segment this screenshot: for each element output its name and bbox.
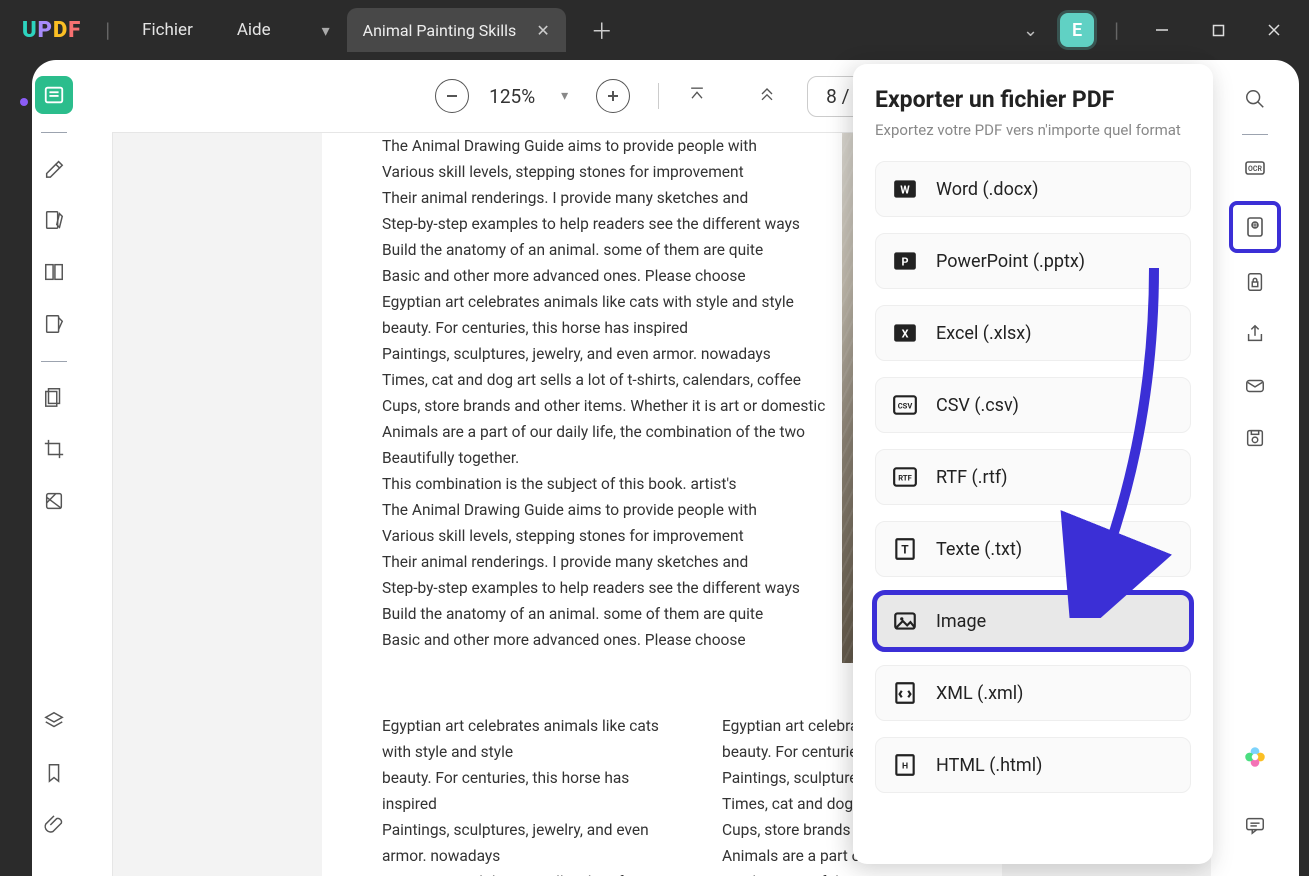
export-option-label: HTML (.html) bbox=[936, 755, 1042, 776]
export-option-csv[interactable]: CSV CSV (.csv) bbox=[875, 377, 1191, 433]
rtf-icon: RTF bbox=[892, 464, 918, 490]
xml-icon bbox=[892, 680, 918, 706]
reader-mode-button[interactable] bbox=[35, 76, 73, 114]
zoom-out-button[interactable] bbox=[435, 79, 469, 113]
zoom-dropdown-icon[interactable]: ▾ bbox=[561, 88, 568, 104]
first-page-button[interactable] bbox=[687, 84, 707, 108]
app-logo: UPDF bbox=[22, 18, 81, 43]
titlebar: UPDF | Fichier Aide ▾ Animal Painting Sk… bbox=[0, 0, 1309, 60]
export-option-html[interactable]: H HTML (.html) bbox=[875, 737, 1191, 793]
menu-help[interactable]: Aide bbox=[215, 20, 293, 40]
zoom-level[interactable]: 125% bbox=[483, 85, 541, 108]
ai-assistant-button[interactable] bbox=[1236, 738, 1274, 776]
user-avatar[interactable]: E bbox=[1060, 13, 1094, 47]
svg-text:CSV: CSV bbox=[898, 401, 913, 410]
menu-file[interactable]: Fichier bbox=[120, 20, 215, 40]
highlighter-tool-button[interactable] bbox=[35, 149, 73, 187]
close-window-button[interactable] bbox=[1251, 14, 1297, 46]
bookmark-button[interactable] bbox=[35, 754, 73, 792]
tab-bar: ▾ Animal Painting Skills ✕ ＋ bbox=[311, 0, 620, 60]
csv-icon: CSV bbox=[892, 392, 918, 418]
export-panel: Exporter un fichier PDF Exportez votre P… bbox=[853, 64, 1213, 864]
text-icon: T bbox=[892, 536, 918, 562]
attachment-button[interactable] bbox=[35, 806, 73, 844]
export-option-label: XML (.xml) bbox=[936, 683, 1023, 704]
tab-list-button[interactable]: ▾ bbox=[311, 15, 341, 45]
current-page: 8 bbox=[826, 85, 837, 108]
new-tab-button[interactable]: ＋ bbox=[584, 12, 620, 48]
comment-button[interactable] bbox=[1236, 806, 1274, 844]
excel-icon: X bbox=[892, 320, 918, 346]
text-line: Times, cat and dog art sells a lot of t-… bbox=[382, 869, 662, 876]
export-option-label: Excel (.xlsx) bbox=[936, 323, 1032, 344]
export-pdf-button[interactable] bbox=[1229, 201, 1281, 253]
text-line: Paintings, sculptures, jewelry, and even… bbox=[382, 817, 662, 869]
word-icon: W bbox=[892, 176, 918, 202]
prev-page-button[interactable] bbox=[757, 84, 777, 108]
separator: | bbox=[1114, 18, 1119, 42]
organize-pages-button[interactable] bbox=[35, 378, 73, 416]
export-option-label: RTF (.rtf) bbox=[936, 467, 1008, 488]
edit-tool-button[interactable] bbox=[35, 201, 73, 239]
crop-tool-button[interactable] bbox=[35, 430, 73, 468]
svg-text:X: X bbox=[902, 327, 909, 340]
export-option-label: CSV (.csv) bbox=[936, 395, 1019, 416]
titlebar-dropdown[interactable]: ⌄ bbox=[1011, 20, 1050, 41]
svg-text:RTF: RTF bbox=[898, 473, 912, 482]
left-toolbar bbox=[0, 60, 108, 876]
export-option-text[interactable]: T Texte (.txt) bbox=[875, 521, 1191, 577]
save-button[interactable] bbox=[1236, 419, 1274, 457]
svg-text:P: P bbox=[902, 255, 909, 268]
email-button[interactable] bbox=[1236, 367, 1274, 405]
separator: | bbox=[105, 18, 110, 42]
minimize-button[interactable] bbox=[1139, 14, 1185, 46]
document-tab[interactable]: Animal Painting Skills ✕ bbox=[347, 8, 566, 52]
text-line: beauty. For centuries, this horse has in… bbox=[382, 765, 662, 817]
ocr-button[interactable]: OCR bbox=[1236, 149, 1274, 187]
tab-title: Animal Painting Skills bbox=[363, 21, 517, 40]
html-icon: H bbox=[892, 752, 918, 778]
layers-button[interactable] bbox=[35, 702, 73, 740]
export-option-xml[interactable]: XML (.xml) bbox=[875, 665, 1191, 721]
tab-close-button[interactable]: ✕ bbox=[536, 21, 549, 40]
right-toolbar: OCR bbox=[1211, 60, 1299, 876]
zoom-in-button[interactable] bbox=[596, 79, 630, 113]
powerpoint-icon: P bbox=[892, 248, 918, 274]
export-panel-subtitle: Exportez votre PDF vers n'importe quel f… bbox=[875, 121, 1191, 139]
export-option-label: PowerPoint (.pptx) bbox=[936, 251, 1085, 272]
protect-button[interactable] bbox=[1236, 263, 1274, 301]
svg-text:OCR: OCR bbox=[1248, 165, 1262, 173]
export-option-word[interactable]: W Word (.docx) bbox=[875, 161, 1191, 217]
export-option-powerpoint[interactable]: P PowerPoint (.pptx) bbox=[875, 233, 1191, 289]
image-icon bbox=[892, 608, 918, 634]
export-option-image[interactable]: Image bbox=[875, 593, 1191, 649]
redact-tool-button[interactable] bbox=[35, 482, 73, 520]
pages-tool-button[interactable] bbox=[35, 253, 73, 291]
svg-text:W: W bbox=[900, 183, 910, 196]
export-option-rtf[interactable]: RTF RTF (.rtf) bbox=[875, 449, 1191, 505]
export-option-label: Image bbox=[936, 611, 986, 632]
text-line: Egyptian art celebrates animals like cat… bbox=[382, 713, 662, 765]
maximize-button[interactable] bbox=[1195, 14, 1241, 46]
form-tool-button[interactable] bbox=[35, 305, 73, 343]
export-option-label: Word (.docx) bbox=[936, 179, 1038, 200]
svg-text:T: T bbox=[901, 542, 909, 556]
export-panel-title: Exporter un fichier PDF bbox=[875, 86, 1191, 113]
svg-text:H: H bbox=[902, 761, 908, 771]
search-button[interactable] bbox=[1236, 80, 1274, 118]
export-option-label: Texte (.txt) bbox=[936, 539, 1022, 560]
share-button[interactable] bbox=[1236, 315, 1274, 353]
export-option-excel[interactable]: X Excel (.xlsx) bbox=[875, 305, 1191, 361]
